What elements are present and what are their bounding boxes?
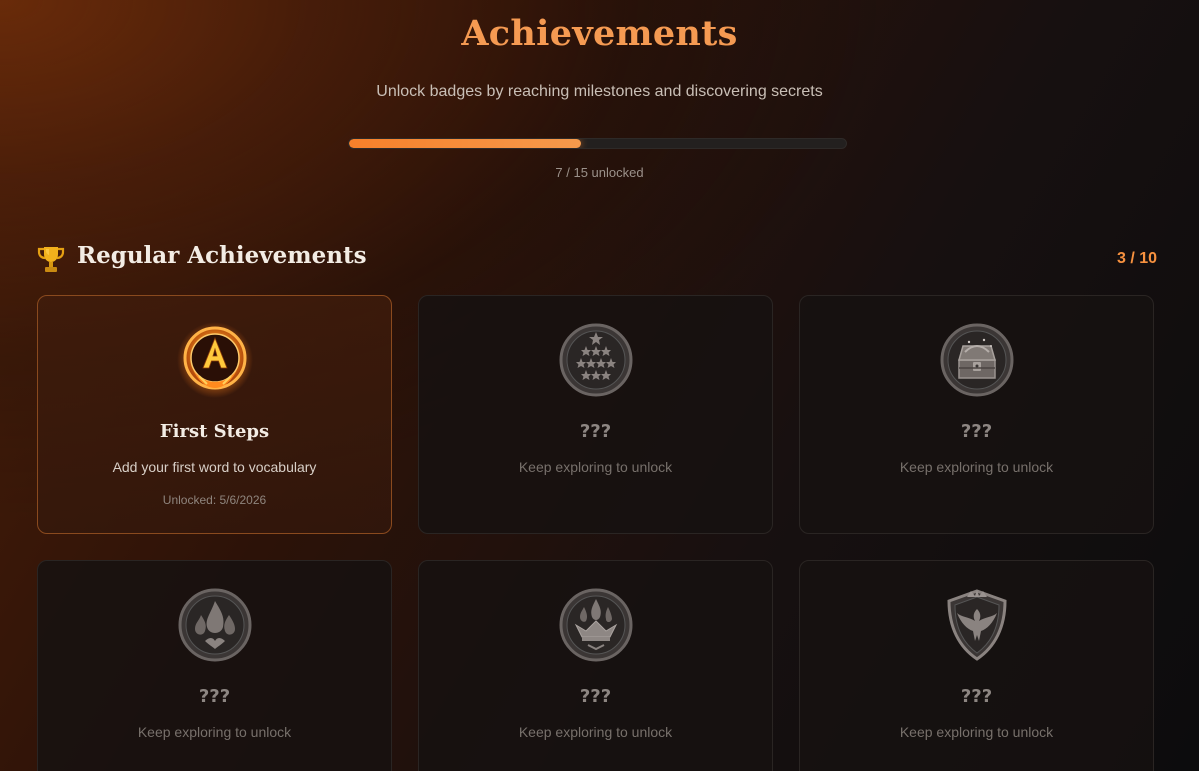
section-count: 3 / 10 xyxy=(1116,250,1157,267)
achievement-progress-bar xyxy=(348,138,847,149)
achievement-progress-fill xyxy=(349,139,581,148)
achievement-card-locked[interactable]: ??? Keep exploring to unlock xyxy=(37,560,392,771)
achievement-card-locked[interactable]: ??? Keep exploring to unlock xyxy=(418,560,773,771)
achievement-description: Keep exploring to unlock xyxy=(137,724,292,740)
achievement-description: Keep exploring to unlock xyxy=(899,459,1054,475)
phoenix-shield-badge-icon xyxy=(946,589,1007,661)
achievement-card[interactable]: First Steps Add your first word to vocab… xyxy=(37,295,392,534)
achievement-title: ??? xyxy=(960,421,993,442)
flaming-crown-badge-icon xyxy=(559,588,632,662)
achievement-card-locked[interactable]: ??? Keep exploring to unlock xyxy=(418,295,773,534)
achievement-title: ??? xyxy=(960,686,993,707)
achievement-card-locked[interactable]: ??? Keep exploring to unlock xyxy=(799,295,1154,534)
page-subtitle: Unlock badges by reaching milestones and… xyxy=(376,83,823,100)
treasure-chest-badge-icon xyxy=(940,323,1013,397)
phoenix-letter-a-badge-icon xyxy=(176,322,253,398)
achievement-description: Keep exploring to unlock xyxy=(899,724,1054,740)
trophy-icon xyxy=(37,247,65,272)
section-title: Regular Achievements xyxy=(77,242,367,269)
achievement-title: First Steps xyxy=(159,421,270,442)
progress-text: 7 / 15 unlocked xyxy=(555,165,644,180)
achievement-description: Add your first word to vocabulary xyxy=(112,459,317,475)
achievement-title: ??? xyxy=(198,686,231,707)
achievement-title: ??? xyxy=(579,421,612,442)
achievement-card-locked[interactable]: ??? Keep exploring to unlock xyxy=(799,560,1154,771)
page-title: Achievements xyxy=(461,13,738,54)
achievement-description: Keep exploring to unlock xyxy=(518,459,673,475)
achievement-unlock-date: Unlocked: 5/6/2026 xyxy=(162,493,267,507)
achievement-title: ??? xyxy=(579,686,612,707)
stars-badge-icon xyxy=(559,323,632,397)
regular-achievements-header: Regular Achievements 3 / 10 xyxy=(37,240,1157,280)
flames-badge-icon xyxy=(178,588,251,662)
achievement-description: Keep exploring to unlock xyxy=(518,724,673,740)
